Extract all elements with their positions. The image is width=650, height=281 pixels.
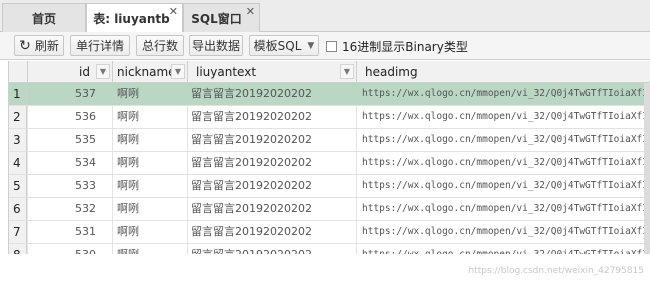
- binary-hex-label: 16进制显示Binary类型: [342, 39, 468, 54]
- row-number: 8: [9, 244, 27, 254]
- binary-hex-checkbox[interactable]: 16进制显示Binary类型: [326, 37, 468, 55]
- cell-id[interactable]: 536: [28, 106, 96, 128]
- column-header-id[interactable]: id ▼: [28, 61, 113, 83]
- row-number: 5: [9, 175, 27, 197]
- cell-headimg[interactable]: https://wx.qlogo.cn/mmopen/vi_32/Q0j4TwG…: [357, 129, 650, 151]
- cell-nickname[interactable]: 啊咧: [113, 106, 183, 128]
- cell-liuyantext[interactable]: 留言留言20192020202: [188, 83, 353, 105]
- row-number: 3: [9, 129, 27, 151]
- tab-home-label: 首页: [31, 11, 56, 26]
- vertical-scrollbar[interactable]: [644, 83, 650, 254]
- template-sql-dropdown[interactable]: 模板SQL ▼: [249, 35, 319, 56]
- tab-sql-window-label: SQL窗口: [191, 11, 242, 26]
- cell-nickname[interactable]: 啊咧: [113, 175, 183, 197]
- tab-bar: 首页 表: liuyantb ✕ SQL窗口 ✕: [0, 0, 650, 33]
- row-number: 4: [9, 152, 27, 174]
- tab-liuyantb[interactable]: 表: liuyantb ✕: [86, 3, 183, 33]
- cell-liuyantext[interactable]: 留言留言20192020202: [188, 152, 353, 174]
- chevron-down-icon[interactable]: ▼: [96, 64, 110, 79]
- cell-liuyantext[interactable]: 留言留言20192020202: [188, 244, 353, 254]
- chevron-down-icon[interactable]: ▼: [171, 64, 185, 79]
- cell-nickname[interactable]: 啊咧: [113, 198, 183, 220]
- cell-nickname[interactable]: 啊咧: [113, 221, 183, 243]
- cell-nickname[interactable]: 啊咧: [113, 129, 183, 151]
- tab-sql-window[interactable]: SQL窗口 ✕: [183, 3, 260, 32]
- column-header-nickname-label: nickname: [117, 65, 176, 79]
- cell-id[interactable]: 532: [28, 198, 96, 220]
- cell-id[interactable]: 530: [28, 244, 96, 254]
- table-row[interactable]: 4 534 啊咧 留言留言20192020202 https://wx.qlog…: [9, 152, 650, 175]
- row-number: 7: [9, 221, 27, 243]
- cell-liuyantext[interactable]: 留言留言20192020202: [188, 198, 353, 220]
- cell-liuyantext[interactable]: 留言留言20192020202: [188, 221, 353, 243]
- cell-nickname[interactable]: 啊咧: [113, 152, 183, 174]
- grid-header: id ▼ nickname ▼ liuyantext ▼ headimg: [9, 61, 650, 83]
- column-header-id-label: id: [79, 65, 90, 79]
- toolbar: ↻ 刷新 单行详情 总行数 导出数据 模板SQL ▼: [0, 32, 650, 60]
- cell-liuyantext[interactable]: 留言留言20192020202: [188, 175, 353, 197]
- table-row[interactable]: 6 532 啊咧 留言留言20192020202 https://wx.qlog…: [9, 198, 650, 221]
- cell-headimg[interactable]: https://wx.qlogo.cn/mmopen/vi_32/Q0j4TwG…: [357, 244, 650, 254]
- template-sql-label: 模板SQL: [253, 39, 302, 53]
- cell-nickname[interactable]: 啊咧: [113, 83, 183, 105]
- cell-headimg[interactable]: https://wx.qlogo.cn/mmopen/vi_32/Q0j4TwG…: [357, 175, 650, 197]
- cell-id[interactable]: 533: [28, 175, 96, 197]
- watermark: https://blog.csdn.net/weixin_42795815: [468, 266, 644, 276]
- cell-id[interactable]: 537: [28, 83, 96, 105]
- row-number: 6: [9, 198, 27, 220]
- refresh-button[interactable]: ↻ 刷新: [14, 35, 64, 56]
- cell-liuyantext[interactable]: 留言留言20192020202: [188, 129, 353, 151]
- total-rows-label: 总行数: [141, 39, 178, 53]
- checkbox-box[interactable]: [326, 40, 337, 52]
- export-data-label: 导出数据: [192, 39, 241, 53]
- close-icon[interactable]: ✕: [246, 5, 255, 19]
- row-detail-button[interactable]: 单行详情: [70, 35, 130, 56]
- row-number-header: [9, 61, 28, 83]
- table-row[interactable]: 7 531 啊咧 留言留言20192020202 https://wx.qlog…: [9, 221, 650, 244]
- table-row[interactable]: 8 530 啊咧 留言留言20192020202 https://wx.qlog…: [9, 244, 650, 254]
- chevron-down-icon[interactable]: ▼: [340, 64, 354, 79]
- row-number: 1: [9, 83, 27, 105]
- data-grid: id ▼ nickname ▼ liuyantext ▼ headimg 1 5…: [8, 61, 650, 254]
- cell-headimg[interactable]: https://wx.qlogo.cn/mmopen/vi_32/Q0j4TwG…: [357, 152, 650, 174]
- column-header-liuyantext-label: liuyantext: [196, 65, 257, 79]
- table-row[interactable]: 2 536 啊咧 留言留言20192020202 https://wx.qlog…: [9, 106, 650, 129]
- cell-headimg[interactable]: https://wx.qlogo.cn/mmopen/vi_32/Q0j4TwG…: [357, 83, 650, 105]
- cell-liuyantext[interactable]: 留言留言20192020202: [188, 106, 353, 128]
- refresh-icon: ↻: [19, 37, 31, 54]
- row-detail-label: 单行详情: [75, 39, 124, 53]
- table-row[interactable]: 5 533 啊咧 留言留言20192020202 https://wx.qlog…: [9, 175, 650, 198]
- close-icon[interactable]: ✕: [169, 5, 178, 19]
- total-rows-button[interactable]: 总行数: [136, 35, 184, 56]
- cell-id[interactable]: 534: [28, 152, 96, 174]
- column-header-headimg-label: headimg: [365, 65, 418, 79]
- tab-liuyantb-label: 表: liuyantb: [93, 12, 170, 26]
- export-data-button[interactable]: 导出数据: [189, 35, 243, 56]
- column-header-nickname[interactable]: nickname ▼: [113, 61, 188, 83]
- chevron-down-icon: ▼: [307, 40, 315, 51]
- cell-id[interactable]: 535: [28, 129, 96, 151]
- cell-id[interactable]: 531: [28, 221, 96, 243]
- column-header-headimg[interactable]: headimg: [357, 61, 650, 83]
- cell-headimg[interactable]: https://wx.qlogo.cn/mmopen/vi_32/Q0j4TwG…: [357, 221, 650, 243]
- refresh-label: 刷新: [34, 39, 59, 53]
- row-number: 2: [9, 106, 27, 128]
- cell-headimg[interactable]: https://wx.qlogo.cn/mmopen/vi_32/Q0j4TwG…: [357, 106, 650, 128]
- cell-headimg[interactable]: https://wx.qlogo.cn/mmopen/vi_32/Q0j4TwG…: [357, 198, 650, 220]
- tab-home[interactable]: 首页: [2, 3, 86, 32]
- cell-nickname[interactable]: 啊咧: [113, 244, 183, 254]
- table-row[interactable]: 3 535 啊咧 留言留言20192020202 https://wx.qlog…: [9, 129, 650, 152]
- column-header-liuyantext[interactable]: liuyantext ▼: [188, 61, 357, 83]
- table-row[interactable]: 1 537 啊咧 留言留言20192020202 https://wx.qlog…: [9, 83, 650, 106]
